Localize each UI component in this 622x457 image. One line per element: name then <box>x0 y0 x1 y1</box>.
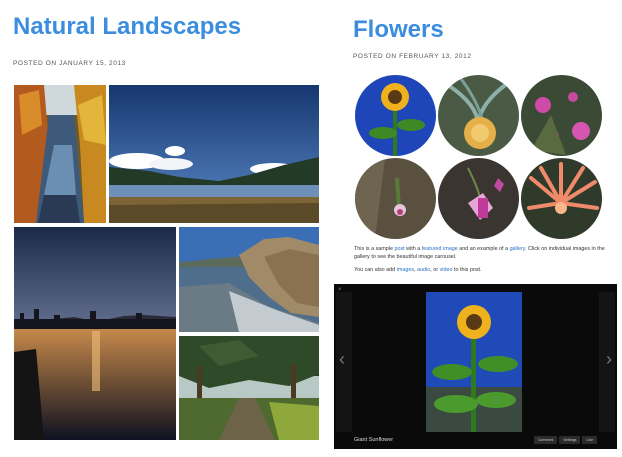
post-paragraph: You can also add images, audio, or video… <box>354 266 612 274</box>
text-run: You can also add <box>354 267 397 273</box>
settings-button[interactable]: Settings <box>559 436 581 444</box>
post-title-natural-landscapes[interactable]: Natural Landscapes <box>13 13 241 41</box>
like-button[interactable]: Like <box>582 436 597 444</box>
orange-spiky-flower-thumb[interactable] <box>521 158 602 239</box>
text-run: with a <box>404 246 422 252</box>
chevron-right-icon[interactable]: › <box>606 349 612 369</box>
text-run: and an example of a <box>457 246 510 252</box>
video-link[interactable]: video <box>440 267 453 273</box>
tree-path-photo[interactable] <box>179 336 319 440</box>
purple-flowers-thumb[interactable] <box>521 75 602 156</box>
fuchsia-thumb[interactable] <box>438 158 519 239</box>
protea-thumb[interactable] <box>438 75 519 156</box>
sunset-lake-photo[interactable] <box>14 227 176 440</box>
comment-button[interactable]: Comment <box>533 436 558 444</box>
post-paragraph: This is a sample post with a featured im… <box>354 245 612 261</box>
text-run: to this post. <box>452 267 482 273</box>
image-carousel: × ‹ › Giant Sunflower Comment Settings L… <box>334 284 617 449</box>
giant-sunflower-photo <box>426 292 522 432</box>
blue-lake-photo[interactable] <box>109 85 319 223</box>
small-flower-thumb[interactable] <box>355 158 436 239</box>
post-link[interactable]: post <box>394 246 404 252</box>
post-date: POSTED ON FEBRUARY 13, 2012 <box>353 53 472 60</box>
carousel-caption: Giant Sunflower <box>354 437 394 443</box>
sunflower-thumb[interactable] <box>355 75 436 156</box>
audio-link[interactable]: audio <box>417 267 430 273</box>
post-title-flowers[interactable]: Flowers <box>353 16 444 44</box>
gallery-link[interactable]: gallery <box>510 246 525 252</box>
text-run: , or <box>430 267 440 273</box>
text-run: This is a sample <box>354 246 395 252</box>
chevron-left-icon[interactable]: ‹ <box>339 349 345 369</box>
rocky-coast-photo[interactable] <box>179 227 319 332</box>
images-link[interactable]: images <box>397 267 414 273</box>
carousel-toolbar: Comment Settings Like <box>533 436 597 444</box>
autumn-creek-photo[interactable] <box>14 85 106 223</box>
featured-image-link[interactable]: featured image <box>422 246 458 252</box>
post-date: POSTED ON JANUARY 15, 2013 <box>13 60 126 67</box>
